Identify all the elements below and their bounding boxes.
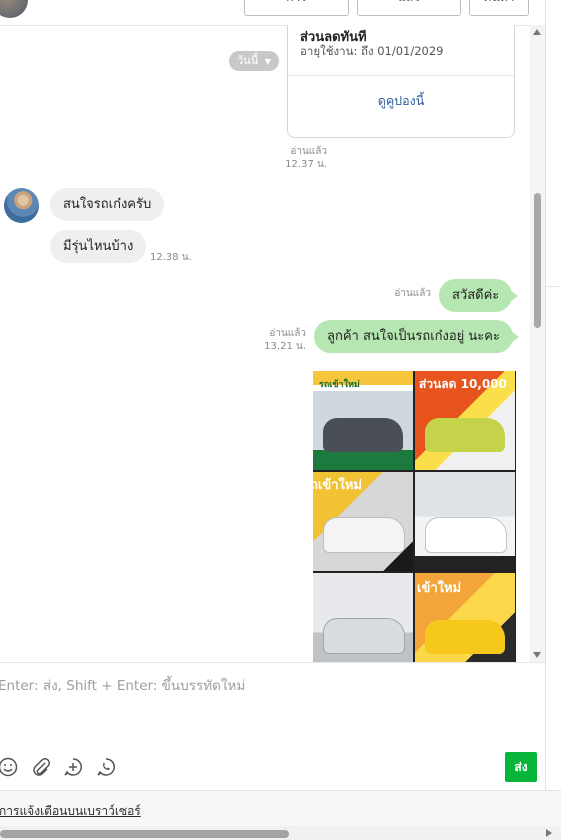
coupon-message-meta: อ่านแล้ว 12.37 น. bbox=[272, 145, 327, 171]
browser-notification-link[interactable]: การแจ้งเตือนบนเบราว์เซอร์ bbox=[0, 802, 141, 821]
car-photo bbox=[323, 517, 405, 553]
panel-divider bbox=[545, 0, 546, 790]
car-photo bbox=[425, 620, 505, 654]
chat-header: การ แล้ว ค้นหา bbox=[0, 0, 545, 26]
car-image[interactable]: เข้าใหม่ bbox=[415, 573, 515, 662]
message-time: 12.37 น. bbox=[285, 159, 327, 170]
horizontal-scrollbar-thumb[interactable] bbox=[0, 830, 289, 838]
car-image-grid[interactable]: รถเข้าใหม่ ส่วนลด 10,000 ถเข้าใหม่ เข้าใ… bbox=[313, 371, 516, 662]
notification-bar: การแจ้งเตือนบนเบราว์เซอร์ bbox=[0, 790, 561, 827]
car-image[interactable] bbox=[415, 472, 515, 571]
image-badge: เข้าใหม่ bbox=[417, 581, 462, 596]
horizontal-scrollbar[interactable] bbox=[0, 826, 561, 840]
message-time: 12.38 น. bbox=[150, 252, 192, 263]
coupon-divider bbox=[288, 75, 514, 76]
phone-icon[interactable] bbox=[95, 757, 117, 779]
car-image[interactable]: ส่วนลด 10,000 bbox=[415, 371, 515, 470]
header-button-1[interactable]: การ bbox=[244, 0, 349, 16]
incoming-message: มีรุ่นไหนบ้าง bbox=[50, 230, 147, 263]
image-badge: ส่วนลด 10,000 bbox=[419, 377, 507, 391]
send-button[interactable]: ส่ง bbox=[505, 752, 537, 782]
header-button-2[interactable]: แล้ว bbox=[357, 0, 461, 16]
scroll-down-icon[interactable] bbox=[533, 652, 541, 658]
car-photo bbox=[323, 618, 405, 654]
incoming-message: สนใจรถเก๋งครับ bbox=[50, 188, 165, 221]
date-chip-label: วันนี้ bbox=[237, 54, 259, 67]
car-photo bbox=[425, 517, 507, 553]
scrollbar-thumb[interactable] bbox=[534, 193, 541, 328]
message-time: 13.21 น. bbox=[264, 341, 306, 352]
chat-messages[interactable]: วันนี้ ▼ ส่วนลดทันที อายุใช้งาน: ถึง 01/… bbox=[0, 25, 530, 662]
scroll-up-icon[interactable] bbox=[533, 29, 541, 35]
car-image[interactable]: รถเข้าใหม่ bbox=[313, 371, 413, 470]
emoji-icon[interactable] bbox=[0, 757, 19, 779]
outgoing-message-meta: อ่านแล้ว 13.21 น. bbox=[254, 327, 306, 353]
read-status: อ่านแล้ว bbox=[290, 146, 327, 157]
image-badge: รถเข้าใหม่ bbox=[319, 380, 360, 390]
outgoing-message: ลูกค้า สนใจเป็นรถเก๋งอยู่ นะคะ bbox=[314, 320, 519, 353]
contact-avatar[interactable] bbox=[0, 0, 28, 18]
customer-avatar[interactable] bbox=[4, 188, 39, 223]
scroll-right-icon[interactable] bbox=[546, 829, 552, 837]
chevron-down-icon: ▼ bbox=[264, 57, 271, 66]
panel-divider-horizontal bbox=[545, 286, 561, 287]
coupon-expiry: อายุใช้งาน: ถึง 01/01/2029 bbox=[300, 44, 444, 58]
read-status: อ่านแล้ว bbox=[269, 328, 306, 339]
attach-icon[interactable] bbox=[30, 757, 52, 779]
view-coupon-link[interactable]: ดูคูปองนี้ bbox=[288, 91, 514, 111]
image-badge: ถเข้าใหม่ bbox=[313, 478, 362, 493]
coupon-card: ส่วนลดทันที อายุใช้งาน: ถึง 01/01/2029 ด… bbox=[287, 25, 515, 138]
outgoing-message: สวัสดีค่ะ bbox=[439, 279, 519, 312]
date-filter-chip[interactable]: วันนี้ ▼ bbox=[229, 51, 279, 71]
read-status: อ่านแล้ว bbox=[394, 288, 431, 299]
car-image[interactable]: ถเข้าใหม่ bbox=[313, 472, 413, 571]
add-icon[interactable] bbox=[62, 757, 84, 779]
car-photo bbox=[425, 418, 505, 452]
search-button[interactable]: ค้นหา bbox=[469, 0, 529, 16]
car-photo bbox=[323, 418, 403, 452]
message-input[interactable]: Enter: ส่ง, Shift + Enter: ขึ้นบรรทัดใหม… bbox=[0, 674, 245, 696]
message-composer[interactable]: Enter: ส่ง, Shift + Enter: ขึ้นบรรทัดใหม… bbox=[0, 662, 545, 791]
chat-scrollbar[interactable] bbox=[530, 25, 545, 662]
car-image[interactable] bbox=[313, 573, 413, 662]
